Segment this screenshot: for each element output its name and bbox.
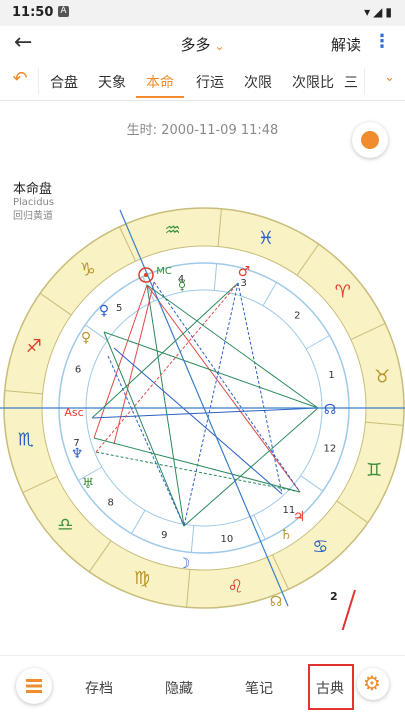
zodiac-sign-icon: ♎ [57, 514, 73, 535]
house-number: 2 [294, 311, 300, 322]
zodiac-sign-icon: ♋ [312, 537, 328, 558]
more-menu-icon[interactable]: ⋮ [373, 31, 391, 52]
natal-chart-wheel[interactable]: ♐♑♒ ♓♈♉♊♋♌♍♎♏ 123456789 101112 MC ☿ ♂ ♀ … [0, 190, 405, 630]
house-number: 6 [75, 364, 81, 375]
tab-synastry[interactable]: 合盘 [50, 72, 78, 92]
uranus-icon: ♅ [82, 476, 95, 492]
tabs-dropdown-icon[interactable]: ⌄ [384, 70, 395, 85]
annotation-number: 2 [330, 590, 338, 603]
moon-icon: ☽ [178, 556, 191, 572]
tab-transit[interactable]: 行运 [196, 72, 224, 92]
tab-sky[interactable]: 天象 [98, 72, 126, 92]
tab-natal[interactable]: 本命 [146, 72, 174, 92]
asc-label: Asc [64, 406, 83, 419]
house-number: 10 [221, 534, 234, 545]
gear-icon: ⚙ [363, 671, 381, 695]
zodiac-sign-icon: ♊ [366, 460, 382, 481]
page-title: 多多 [180, 36, 211, 54]
zodiac-sign-icon: ♓ [258, 228, 274, 249]
zodiac-sign-icon: ♏ [18, 429, 34, 450]
birth-time: 生时: 2000-11-09 11:48 [126, 123, 279, 138]
zodiac-sign-icon: ♐ [26, 336, 42, 357]
settings-button[interactable]: ⚙ [357, 668, 389, 700]
tab-divider [38, 68, 39, 94]
venus-glyph-icon: ♀ [81, 330, 91, 346]
house-number: 8 [107, 497, 113, 508]
tab-more-partial[interactable]: 三 [344, 72, 358, 92]
notification-icon: A [58, 6, 69, 17]
notes-button[interactable]: 笔记 [245, 678, 273, 698]
bottom-toolbar: 存档 隐藏 笔记 古典 ⚙ [0, 655, 405, 721]
mars-icon: ♂ [238, 264, 251, 280]
status-time: 11:50 [12, 5, 54, 20]
tab-progression[interactable]: 次限 [244, 72, 272, 92]
saturn-icon: ♄ [280, 527, 293, 543]
active-tab-indicator [136, 96, 184, 98]
node-glyph-icon: ☊ [324, 402, 336, 418]
zodiac-sign-icon: ♒ [164, 220, 180, 241]
zodiac-sign-icon: ♈ [335, 282, 351, 303]
house-number: 5 [116, 303, 122, 314]
palette-button[interactable] [352, 122, 388, 158]
house-number: 1 [328, 370, 334, 381]
palette-icon [361, 131, 379, 149]
zodiac-sign-icon: ♍ [134, 568, 150, 589]
sun-icon-core [144, 273, 148, 277]
chart-type-tabs: ↶ 合盘 天象 本命 行运 次限 次限比 三 ⌄ [0, 62, 405, 101]
venus-icon: ♀ [99, 303, 109, 319]
node-icon: ☊ [270, 594, 282, 610]
house-number: 9 [161, 530, 167, 541]
house-number: 12 [324, 444, 337, 455]
archive-button[interactable]: 存档 [85, 678, 113, 698]
undo-icon[interactable]: ↶ [8, 68, 32, 92]
app-bar: ← 多多 ⌄ 解读 ⋮ [0, 26, 405, 62]
neptune-icon: ♆ [71, 446, 84, 462]
mercury-icon: ☿ [178, 278, 187, 294]
list-icon [26, 679, 42, 693]
tab-progression-compare[interactable]: 次限比 [292, 72, 334, 92]
tab-divider [364, 68, 365, 94]
hide-button[interactable]: 隐藏 [165, 678, 193, 698]
jupiter-icon: ♃ [293, 509, 306, 525]
system-icons: ▾◢▮ [364, 5, 395, 19]
status-bar: 11:50 A ▾◢▮ [0, 0, 405, 26]
zodiac-sign-icon: ♌ [227, 576, 243, 597]
interpret-button[interactable]: 解读 [331, 34, 361, 55]
chevron-down-icon: ⌄ [214, 39, 225, 53]
classic-button[interactable]: 古典 [316, 678, 344, 698]
zodiac-sign-icon: ♑ [80, 259, 96, 280]
mc-label: MC [156, 266, 172, 277]
zodiac-sign-icon: ♉ [374, 367, 390, 388]
list-menu-button[interactable] [16, 668, 52, 704]
